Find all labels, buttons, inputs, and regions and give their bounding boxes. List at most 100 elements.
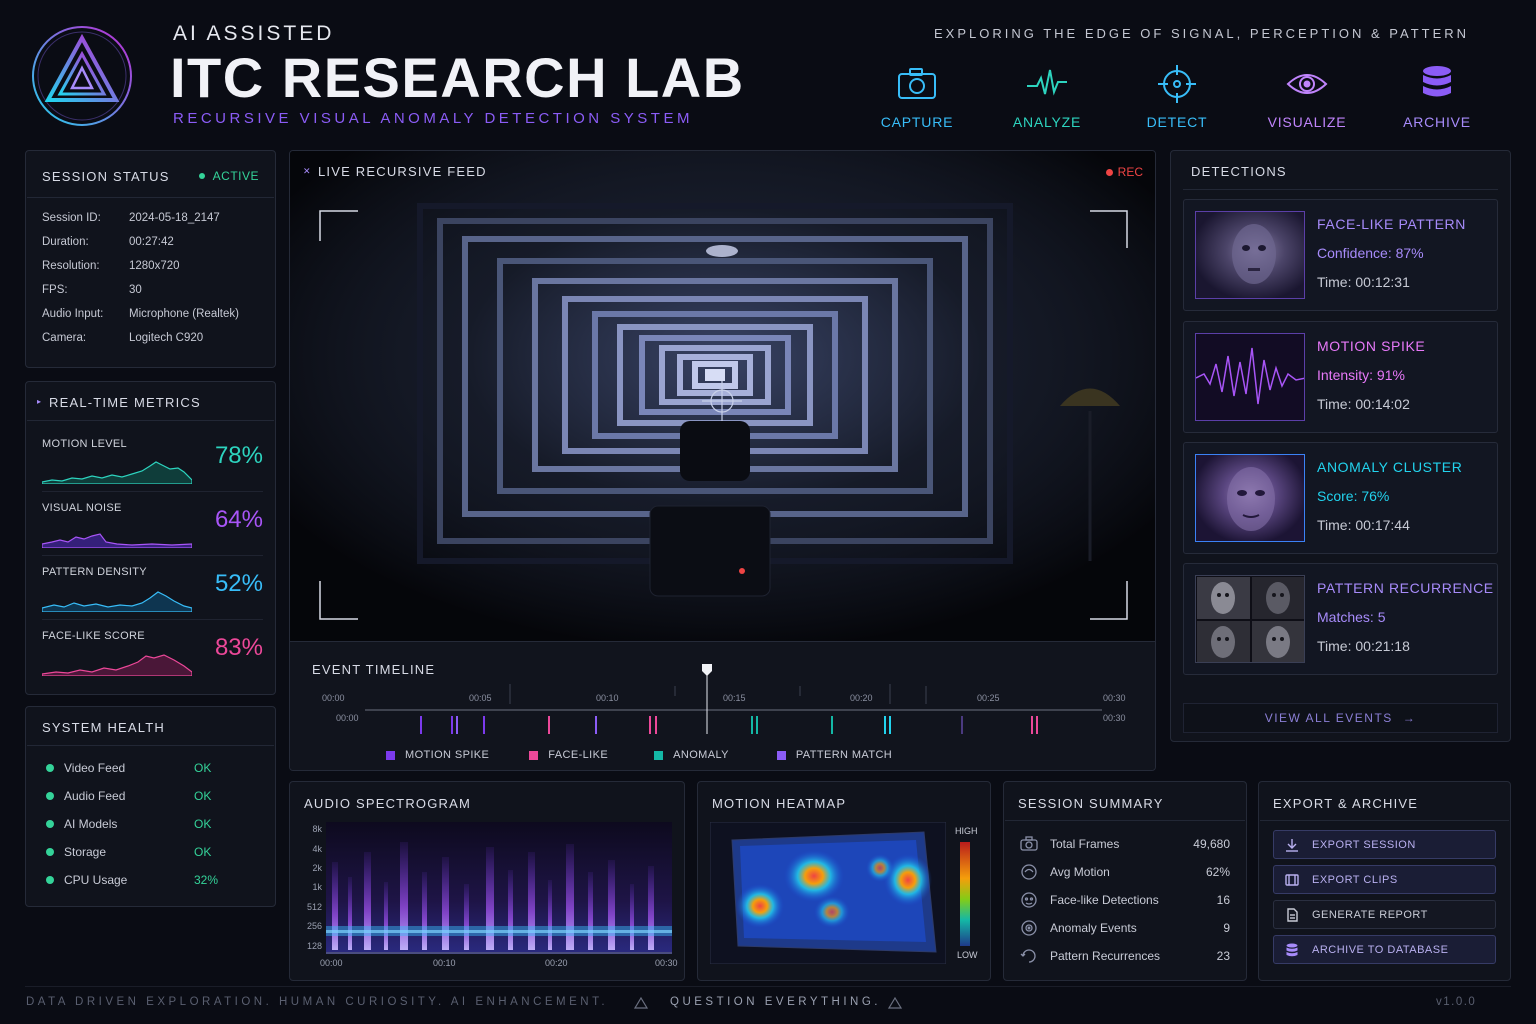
y-tick: 8k	[312, 824, 322, 834]
health-value: OK	[194, 789, 212, 803]
summary-row: Anomaly Events 9	[1020, 914, 1230, 942]
legend-label: PATTERN MATCH	[795, 749, 893, 761]
detection-card[interactable]: MOTION SPIKE Intensity: 91% Time: 00:14:…	[1183, 321, 1498, 433]
film-icon	[1285, 873, 1299, 886]
status-dot	[46, 876, 54, 884]
live-feed-panel: ✕ LIVE RECURSIVE FEED REC EVENT TIMELINE…	[289, 150, 1156, 771]
rec-dot	[1105, 168, 1113, 176]
motion-icon	[1021, 864, 1037, 880]
session-value: 30	[129, 284, 142, 296]
session-key: Resolution:	[42, 260, 100, 272]
detection-time: Time: 00:12:31	[1317, 274, 1410, 290]
x-tick: 00:20	[545, 958, 568, 968]
health-label: CPU Usage	[64, 873, 128, 887]
active-dot	[198, 173, 205, 179]
generate-report-label: GENERATE REPORT	[1312, 908, 1428, 921]
detection-time: Time: 00:17:44	[1317, 517, 1410, 533]
x-tick: 00:00	[320, 958, 343, 968]
view-all-events-button[interactable]: VIEW ALL EVENTS →	[1183, 703, 1498, 733]
detection-thumbnail	[1195, 575, 1305, 663]
health-row: Storage OK	[46, 838, 256, 866]
session-key: Duration:	[42, 236, 89, 248]
play-icon: ▸	[37, 397, 42, 406]
status-dot	[46, 848, 54, 856]
summary-value: 9	[1223, 921, 1230, 935]
health-label: Storage	[64, 845, 107, 859]
generate-report-button[interactable]: GENERATE REPORT	[1273, 900, 1496, 929]
session-key: FPS:	[42, 284, 68, 296]
legend-label: ANOMALY	[673, 749, 729, 761]
nav-analyze[interactable]: ANALYZE	[982, 62, 1112, 130]
session-active-label: ACTIVE	[212, 169, 259, 183]
nav-detect-label: DETECT	[1146, 114, 1208, 130]
heatmap-image	[710, 822, 946, 964]
brand-tagline: RECURSIVE VISUAL ANOMALY DETECTION SYSTE…	[173, 110, 693, 127]
detection-card[interactable]: FACE-LIKE PATTERN Confidence: 87% Time: …	[1183, 199, 1498, 311]
status-dot	[46, 820, 54, 828]
timeline-playhead	[702, 664, 712, 676]
spectrogram-plot	[326, 822, 672, 954]
y-tick: 512	[306, 902, 322, 912]
legend-item: FACE-LIKE	[529, 749, 608, 761]
session-info-list: Session ID: 2024-05-18_2147 Duration: 00:2…	[42, 206, 239, 350]
detections-panel: DETECTIONS FACE-LIKE PATTERN Confidence:…	[1170, 150, 1511, 742]
nav-capture-label: CAPTURE	[880, 114, 954, 130]
detection-card[interactable]: PATTERN RECURRENCE Matches: 5 Time: 00:2…	[1183, 563, 1498, 675]
summary-label: Avg Motion	[1050, 865, 1110, 879]
detection-detail: Score: 76%	[1317, 488, 1390, 504]
anomaly-icon	[1021, 920, 1037, 936]
nav-detect[interactable]: DETECT	[1112, 62, 1242, 130]
metric-sparkline	[42, 461, 192, 484]
export-clips-button[interactable]: EXPORT CLIPS	[1273, 865, 1496, 894]
session-value: Logitech C920	[129, 332, 204, 344]
document-icon	[1287, 907, 1298, 922]
archive-to-database-button[interactable]: ARCHIVE TO DATABASE	[1273, 935, 1496, 964]
database-icon	[1286, 943, 1298, 956]
detection-time: Time: 00:14:02	[1317, 396, 1410, 412]
detection-title: ANOMALY CLUSTER	[1317, 459, 1463, 475]
y-tick: 128	[306, 941, 322, 951]
summary-value: 62%	[1205, 865, 1230, 879]
summary-label: Total Frames	[1050, 837, 1120, 851]
health-value: OK	[194, 817, 212, 831]
export-archive-panel: EXPORT & ARCHIVE EXPORT SESSION EXPORT C…	[1258, 781, 1511, 981]
export-session-button[interactable]: EXPORT SESSION	[1273, 830, 1496, 859]
heatmap-title: MOTION HEATMAP	[712, 796, 847, 811]
timeline-track[interactable]	[290, 664, 1156, 734]
health-list: Video Feed OK Audio Feed OK AI Models OK St…	[46, 754, 256, 894]
y-tick: 4k	[312, 844, 322, 854]
nav-capture[interactable]: CAPTURE	[852, 62, 982, 130]
nav-archive[interactable]: ARCHIVE	[1372, 62, 1502, 130]
detection-title: FACE-LIKE PATTERN	[1317, 216, 1466, 232]
header-motto: EXPLORING THE EDGE OF SIGNAL, PERCEPTION…	[934, 26, 1470, 41]
metric-value: 64%	[214, 506, 263, 533]
metric-value: 78%	[214, 442, 263, 469]
legend-item: PATTERN MATCH	[776, 749, 893, 761]
motion-heatmap-panel: MOTION HEATMAP HIGH LOW	[697, 781, 991, 981]
metric-sparkline	[42, 533, 192, 548]
metric-label: FACE-LIKE SCORE	[42, 630, 145, 642]
heatmap-low-label: LOW	[957, 950, 978, 960]
lab-logo	[32, 26, 132, 126]
export-session-label: EXPORT SESSION	[1312, 838, 1416, 851]
detection-title: MOTION SPIKE	[1317, 338, 1426, 354]
health-title: SYSTEM HEALTH	[42, 720, 165, 735]
legend-item: ANOMALY	[654, 749, 729, 761]
session-status-panel: SESSION STATUS ACTIVE Session ID: 2024-05…	[25, 150, 276, 368]
arrow-right-icon: →	[1402, 711, 1417, 725]
metric-sparkline	[42, 591, 192, 612]
spectrogram-title: AUDIO SPECTROGRAM	[304, 796, 472, 811]
detection-detail: Intensity: 91%	[1317, 367, 1405, 383]
detection-card[interactable]: ANOMALY CLUSTER Score: 76% Time: 00:17:4…	[1183, 442, 1498, 554]
session-row: Camera: Logitech C920	[42, 326, 239, 350]
realtime-metrics-panel: ▸ REAL-TIME METRICS MOTION LEVEL 78% VIS…	[25, 381, 276, 695]
legend-swatch	[386, 750, 395, 760]
footer-statement: DATA DRIVEN EXPLORATION. HUMAN CURIOSITY…	[26, 996, 609, 1008]
summary-value: 49,680	[1193, 837, 1230, 851]
nav-visualize-label: VISUALIZE	[1267, 114, 1347, 130]
archive-to-database-label: ARCHIVE TO DATABASE	[1312, 943, 1449, 956]
nav-visualize[interactable]: VISUALIZE	[1242, 62, 1372, 130]
session-row: Resolution: 1280x720	[42, 254, 239, 278]
live-feed-video[interactable]	[290, 151, 1156, 641]
metric-motion-level: MOTION LEVEL 78%	[42, 432, 263, 492]
